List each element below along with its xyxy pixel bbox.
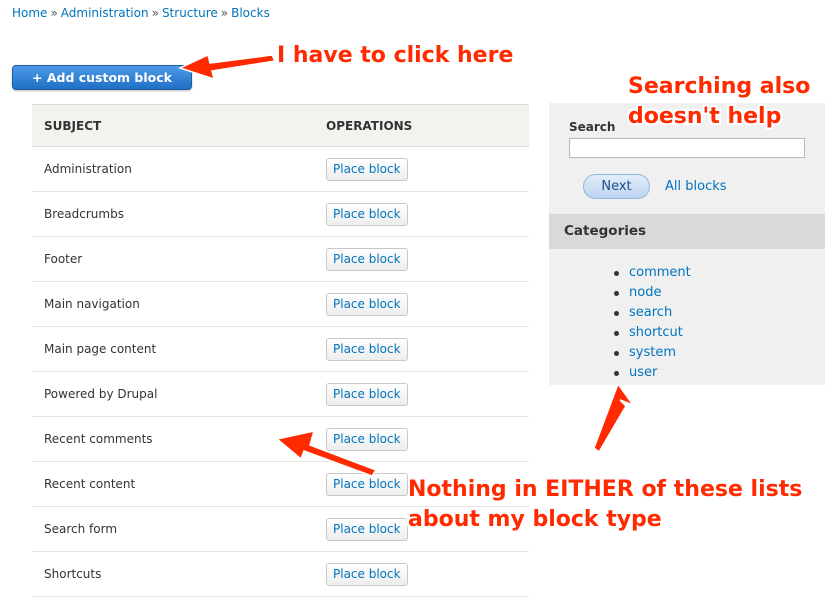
search-input[interactable] — [569, 138, 805, 158]
category-item[interactable]: user — [614, 363, 691, 383]
bullet-icon — [614, 371, 619, 376]
block-subject: Administration — [32, 146, 314, 192]
category-item[interactable]: comment — [614, 263, 691, 283]
all-blocks-link[interactable]: All blocks — [665, 179, 727, 194]
annotation-searching-line-2: doesn't help — [628, 104, 782, 129]
category-link-search[interactable]: search — [629, 305, 672, 320]
table-row: Footer Place block — [32, 236, 529, 282]
categories-heading: Categories — [549, 214, 825, 249]
place-block-button[interactable]: Place block — [326, 202, 408, 226]
breadcrumb-separator: » — [151, 6, 159, 20]
table-row: Main navigation Place block — [32, 281, 529, 327]
place-block-button[interactable]: Place block — [326, 247, 408, 271]
table-row: Breadcrumbs Place block — [32, 191, 529, 237]
place-block-button[interactable]: Place block — [326, 427, 408, 451]
category-link-shortcut[interactable]: shortcut — [629, 325, 683, 340]
table-row: Administration Place block — [32, 146, 529, 192]
breadcrumb-home-link[interactable]: Home — [12, 6, 47, 20]
category-link-user[interactable]: user — [629, 365, 657, 380]
operations-column-header: OPERATIONS — [314, 104, 529, 147]
place-block-button[interactable]: Place block — [326, 472, 408, 496]
breadcrumb-blocks-link[interactable]: Blocks — [231, 6, 270, 20]
block-subject: Footer — [32, 236, 314, 282]
category-link-system[interactable]: system — [629, 345, 676, 360]
place-block-button[interactable]: Place block — [326, 382, 408, 406]
annotation-nothing-line-1: Nothing in EITHER of these lists — [408, 477, 803, 502]
place-block-button[interactable]: Place block — [326, 562, 408, 586]
add-custom-block-button[interactable]: + Add custom block — [12, 65, 192, 90]
bullet-icon — [614, 271, 619, 276]
annotation-nothing-line-2: about my block type — [408, 507, 662, 532]
block-subject: Recent comments — [32, 416, 314, 462]
category-item[interactable]: shortcut — [614, 323, 691, 343]
table-row: Recent comments Place block — [32, 416, 529, 462]
bullet-icon — [614, 311, 619, 316]
category-link-node[interactable]: node — [629, 285, 661, 300]
block-subject: Shortcuts — [32, 551, 314, 597]
search-label: Search — [569, 120, 616, 134]
subject-column-header: SUBJECT — [32, 104, 314, 147]
category-item[interactable]: system — [614, 343, 691, 363]
arrow-to-add-button-icon — [177, 53, 277, 81]
place-block-button[interactable]: Place block — [326, 337, 408, 361]
table-header-row: SUBJECT OPERATIONS — [32, 104, 529, 147]
block-subject: Recent content — [32, 461, 314, 507]
block-subject: Search form — [32, 506, 314, 552]
category-link-comment[interactable]: comment — [629, 265, 691, 280]
block-subject: Main page content — [32, 326, 314, 372]
table-row: Shortcuts Place block — [32, 551, 529, 597]
block-subject: Powered by Drupal — [32, 371, 314, 417]
block-subject: Breadcrumbs — [32, 191, 314, 237]
arrow-to-categories-icon — [593, 382, 636, 454]
breadcrumb-separator: » — [220, 6, 229, 20]
breadcrumb-separator: » — [50, 6, 58, 20]
block-library-sidebar: Search Next All blocks Categories commen… — [549, 103, 825, 385]
category-item[interactable]: search — [614, 303, 691, 323]
bullet-icon — [614, 331, 619, 336]
table-row: Powered by Drupal Place block — [32, 371, 529, 417]
categories-list: comment node search shortcut system user — [614, 263, 691, 383]
breadcrumb: Home» Administration» Structure» Blocks — [12, 6, 270, 20]
bullet-icon — [614, 351, 619, 356]
place-block-button[interactable]: Place block — [326, 157, 408, 181]
annotation-click-here: I have to click here — [277, 43, 514, 68]
table-row: Main page content Place block — [32, 326, 529, 372]
block-subject: Main navigation — [32, 281, 314, 327]
breadcrumb-administration-link[interactable]: Administration — [61, 6, 149, 20]
place-block-button[interactable]: Place block — [326, 292, 408, 316]
breadcrumb-structure-link[interactable]: Structure — [162, 6, 218, 20]
bullet-icon — [614, 291, 619, 296]
place-block-button[interactable]: Place block — [326, 517, 408, 541]
category-item[interactable]: node — [614, 283, 691, 303]
annotation-searching-line-1: Searching also — [628, 74, 811, 99]
next-button[interactable]: Next — [583, 174, 650, 199]
